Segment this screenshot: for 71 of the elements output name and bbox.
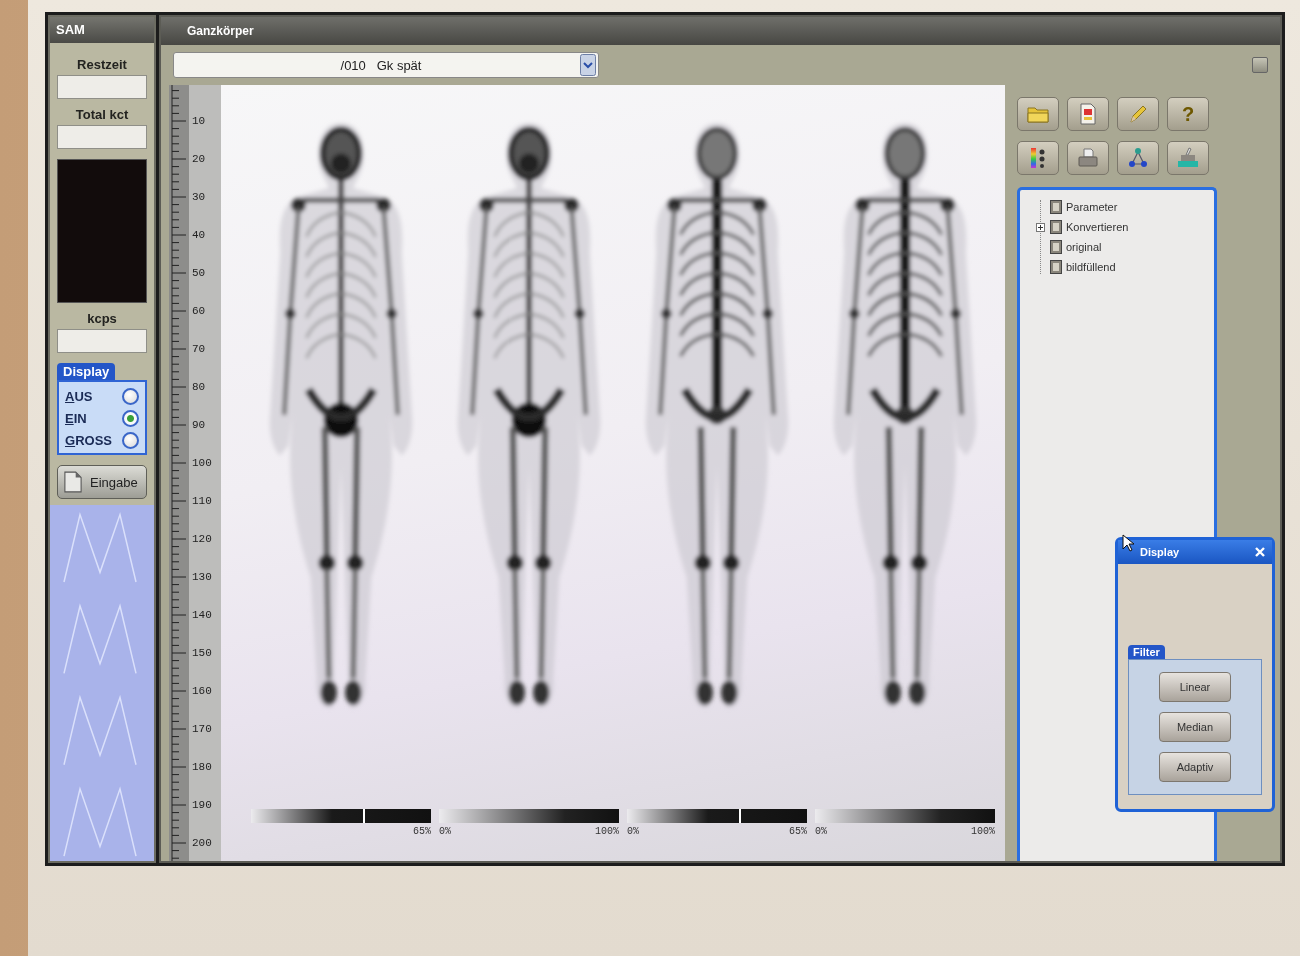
tree-item[interactable]: bildfüllend <box>1066 261 1116 273</box>
group-title: Filter <box>1128 645 1165 659</box>
field-label: Restzeit <box>76 57 128 72</box>
ruler-label: 140 <box>192 609 212 621</box>
toolbar-button[interactable] <box>1117 141 1159 175</box>
scale-label: 0% <box>439 826 451 837</box>
ruler-label: 160 <box>192 685 212 697</box>
ruler-label: 30 <box>192 191 206 203</box>
toolbar-button[interactable]: ? <box>1167 97 1209 131</box>
ruler-label: 190 <box>192 799 212 811</box>
ruler-label: 200 <box>192 837 212 849</box>
radio-label[interactable]: AUS <box>65 389 93 404</box>
scale-label: 65% <box>789 826 807 837</box>
radio-button[interactable] <box>122 388 139 405</box>
dialog-title: Display <box>1140 546 1180 558</box>
radio-button[interactable] <box>122 432 139 449</box>
ruler-label: 10 <box>192 115 206 127</box>
tree-item[interactable]: Parameter <box>1066 201 1118 213</box>
printer-icon <box>1076 146 1100 170</box>
ruler-label: 70 <box>192 343 206 355</box>
tree-item[interactable]: Konvertieren <box>1066 221 1129 233</box>
ruler-label: 180 <box>192 761 212 773</box>
group-title: Display <box>57 363 116 380</box>
ruler-label: 40 <box>192 229 206 241</box>
node-icon <box>1050 240 1062 254</box>
node-icon <box>1050 200 1062 214</box>
ruler-label: 150 <box>192 647 212 659</box>
radio-button[interactable] <box>122 410 139 427</box>
scale-label: 100% <box>971 826 995 837</box>
toolbar-button[interactable] <box>1067 97 1109 131</box>
tree-item[interactable]: original <box>1066 241 1102 253</box>
close-icon[interactable] <box>1254 546 1266 558</box>
radio-label[interactable]: EIN <box>65 411 87 426</box>
ruler-label: 120 <box>192 533 212 545</box>
filter-button[interactable]: Linear <box>1159 672 1231 702</box>
panel-title: SAM <box>50 17 154 43</box>
tray-icon <box>1176 146 1200 170</box>
filter-button[interactable]: Adaptiv <box>1159 752 1231 782</box>
radio-label[interactable]: GROSS <box>65 433 112 448</box>
scale-label: 65% <box>413 826 431 837</box>
text-field[interactable] <box>57 125 147 149</box>
network-icon <box>1126 146 1150 170</box>
ruler-label: 20 <box>192 153 206 165</box>
ruler-label: 110 <box>192 495 212 507</box>
filter-button[interactable]: Median <box>1159 712 1231 742</box>
scale-label: 0% <box>815 826 827 837</box>
input-button[interactable]: Eingabe <box>57 465 147 499</box>
node-icon <box>1050 260 1062 274</box>
ruler-label: 130 <box>192 571 212 583</box>
text-field[interactable] <box>57 75 147 99</box>
dropdown[interactable]: /010 Gk spät <box>173 52 599 78</box>
toolbar-button[interactable] <box>1067 141 1109 175</box>
window-button[interactable] <box>1252 57 1268 73</box>
ruler-label: 50 <box>192 267 206 279</box>
mouse-pointer-icon <box>1122 534 1134 552</box>
node-icon <box>1050 220 1062 234</box>
field-label: Total kct <box>74 107 130 122</box>
field-label: kcps <box>86 311 118 326</box>
window-title: Ganzkörper <box>161 17 1280 45</box>
expander-icon[interactable] <box>1036 222 1045 232</box>
ruler-label: 80 <box>192 381 206 393</box>
toolbar-button[interactable] <box>1017 141 1059 175</box>
scale-label: 0% <box>627 826 639 837</box>
ruler-label: 60 <box>192 305 206 317</box>
ruler-label: 100 <box>192 457 212 469</box>
caret-icon <box>580 54 596 76</box>
ruler-label: 170 <box>192 723 212 735</box>
text-field[interactable] <box>57 329 147 353</box>
document-icon <box>64 471 82 493</box>
ruler-label: 90 <box>192 419 206 431</box>
scale-label: 100% <box>595 826 619 837</box>
